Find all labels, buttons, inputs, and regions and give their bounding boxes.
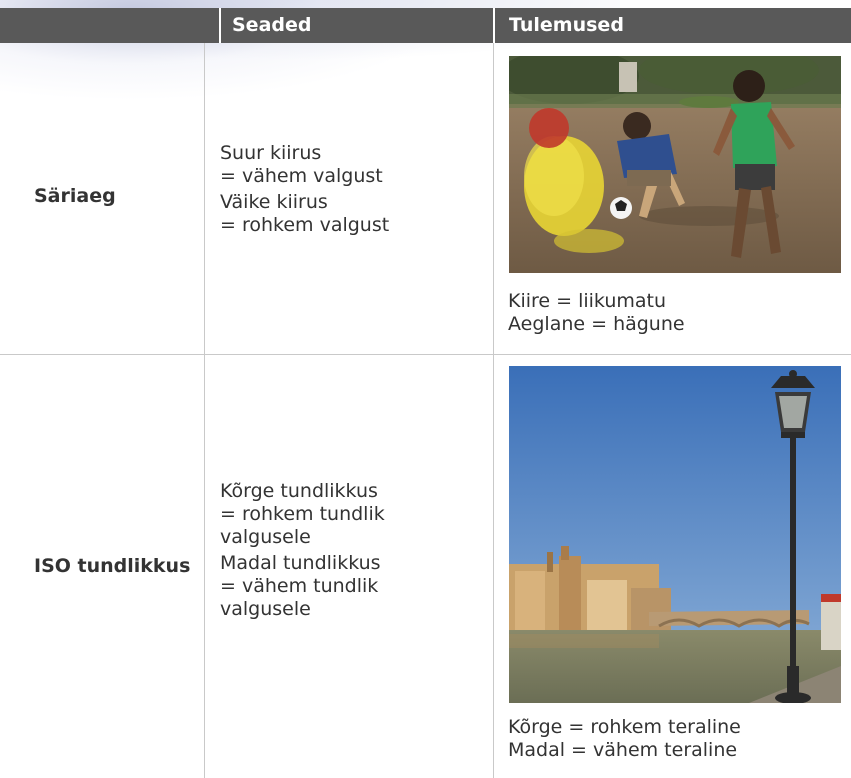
settings-line: valgusele — [220, 598, 311, 620]
table-header: Seaded Tulemused — [0, 8, 851, 43]
settings-line: = rohkem tundlik — [220, 503, 385, 525]
row-divider — [0, 354, 851, 355]
caption-line: Kõrge = rohkem teraline — [508, 716, 741, 738]
settings-iso: Kõrge tundlikkus = rohkem tundlik valgus… — [220, 480, 385, 621]
column-divider — [204, 43, 205, 778]
row-label-iso: ISO tundlikkus — [34, 555, 191, 577]
header-results: Tulemused — [509, 14, 624, 36]
settings-line: = vähem valgust — [220, 165, 383, 187]
children-playing-football-photo — [509, 56, 841, 273]
caption-iso: Kõrge = rohkem teraline Madal = vähem te… — [508, 716, 741, 762]
settings-line: = rohkem valgust — [220, 214, 390, 236]
caption-line: Kiire = liikumatu — [508, 290, 667, 312]
header-settings: Seaded — [232, 14, 312, 36]
row-label-shutter-speed: Säriaeg — [34, 185, 116, 207]
settings-line: Väike kiirus — [220, 191, 328, 213]
settings-shutter-speed: Suur kiirus = vähem valgust Väike kiirus… — [220, 142, 389, 237]
settings-line: Madal tundlikkus — [220, 552, 381, 574]
header-divider — [219, 8, 221, 43]
settings-line: = vähem tundlik — [220, 575, 379, 597]
comparison-table: Seaded Tulemused Säriaeg Suur kiirus = v… — [0, 0, 851, 778]
settings-line: Suur kiirus — [220, 142, 322, 164]
caption-shutter-speed: Kiire = liikumatu Aeglane = hägune — [508, 290, 685, 336]
caption-line: Aeglane = hägune — [508, 313, 685, 335]
settings-line: valgusele — [220, 526, 311, 548]
column-divider — [493, 43, 494, 778]
settings-line: Kõrge tundlikkus — [220, 480, 378, 502]
header-divider — [493, 8, 495, 43]
street-lamp-river-photo — [509, 366, 841, 703]
caption-line: Madal = vähem teraline — [508, 739, 738, 761]
